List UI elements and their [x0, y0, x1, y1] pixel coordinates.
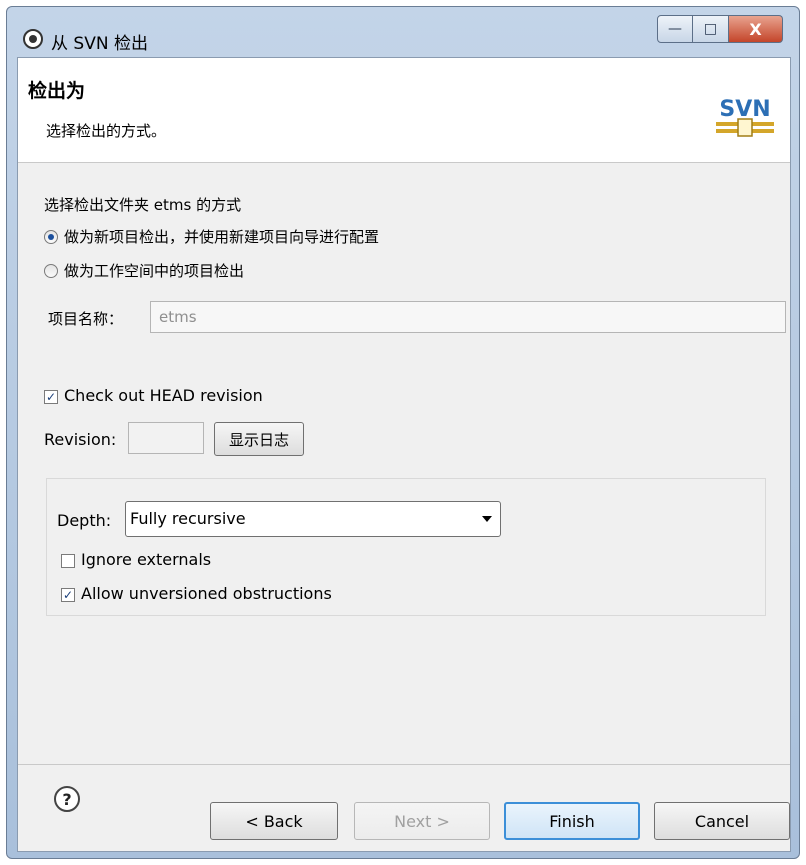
caption-buttons: — □ X — [657, 15, 783, 43]
radio-new-project[interactable] — [44, 230, 58, 244]
checkout-head-label[interactable]: Check out HEAD revision — [64, 386, 263, 405]
depth-select[interactable]: Fully recursive — [125, 501, 501, 537]
window-title: 从 SVN 检出 — [51, 34, 148, 54]
radio-new-project-label[interactable]: 做为新项目检出，并使用新建项目向导进行配置 — [64, 226, 379, 247]
svn-logo-icon: SVN — [716, 97, 774, 137]
maximize-button[interactable]: □ — [693, 15, 729, 43]
minimize-button[interactable]: — — [657, 15, 693, 43]
help-icon[interactable]: ? — [54, 786, 80, 812]
allow-unversioned-checkbox[interactable]: ✓ — [61, 588, 75, 602]
close-button[interactable]: X — [729, 15, 783, 43]
next-button[interactable]: Next > — [354, 802, 490, 840]
ignore-externals-checkbox[interactable] — [61, 554, 75, 568]
radio-workspace-project-label[interactable]: 做为工作空间中的项目检出 — [64, 260, 244, 281]
eclipse-app-icon — [23, 29, 43, 49]
show-log-button[interactable]: 显示日志 — [214, 422, 304, 456]
revision-label: Revision: — [44, 430, 117, 449]
checkout-head-checkbox[interactable]: ✓ — [44, 390, 58, 404]
revision-input[interactable] — [128, 422, 204, 454]
dialog-client-area: 检出为 选择检出的方式。 SVN 选择检出文件夹 etms 的方式 做为新项目检… — [17, 57, 791, 852]
back-button[interactable]: < Back — [210, 802, 338, 840]
cancel-button[interactable]: Cancel — [654, 802, 790, 840]
page-title: 检出为 — [28, 80, 86, 102]
depth-options-group: Depth: Fully recursive Ignore externals … — [46, 478, 766, 616]
depth-select-value: Fully recursive — [130, 509, 246, 528]
project-name-label: 项目名称： — [48, 310, 124, 328]
depth-label: Depth: — [57, 511, 112, 530]
header-banner: 检出为 选择检出的方式。 SVN — [18, 58, 790, 163]
title-bar[interactable]: 从 SVN 检出 — □ X — [7, 7, 799, 57]
footer-separator — [18, 764, 790, 765]
checkout-prompt: 选择检出文件夹 etms 的方式 — [44, 196, 242, 214]
radio-workspace-project[interactable] — [44, 264, 58, 278]
page-description: 选择检出的方式。 — [46, 122, 167, 140]
allow-unversioned-label[interactable]: Allow unversioned obstructions — [81, 584, 332, 603]
chevron-down-icon — [482, 516, 492, 522]
finish-button[interactable]: Finish — [504, 802, 640, 840]
dialog-window: 从 SVN 检出 — □ X 检出为 选择检出的方式。 SVN 选择检出文件夹 … — [6, 6, 800, 859]
ignore-externals-label[interactable]: Ignore externals — [81, 550, 211, 569]
project-name-field[interactable]: etms — [150, 301, 786, 333]
